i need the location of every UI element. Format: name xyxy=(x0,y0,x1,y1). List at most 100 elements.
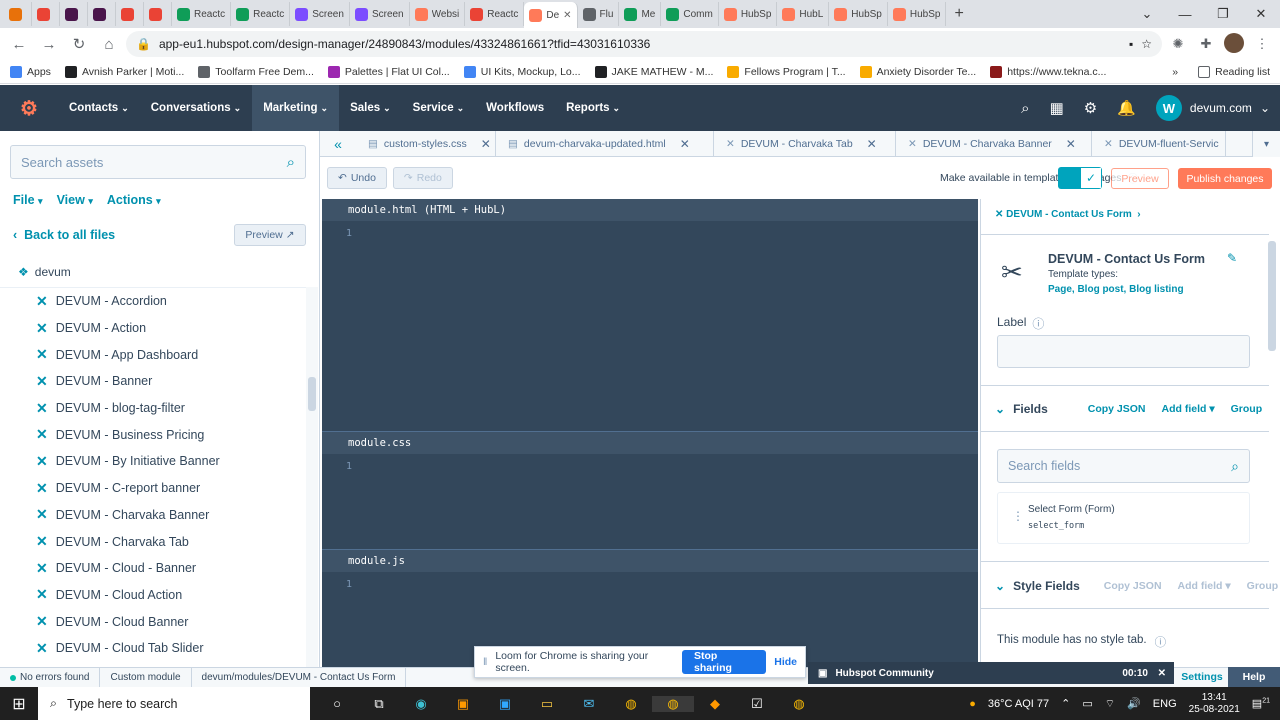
folder-devum[interactable]: ❖ devum xyxy=(18,265,71,279)
file-item[interactable]: ✕ DEVUM - Cloud Action xyxy=(0,582,306,609)
browser-tab[interactable]: Reactc xyxy=(231,2,291,26)
redo-button[interactable]: ↷ Redo xyxy=(392,167,453,189)
browser-tab[interactable]: Websi xyxy=(410,2,466,26)
bookmark-item[interactable]: Toolfarm Free Dem... xyxy=(198,65,314,78)
file-item[interactable]: ✕ DEVUM - Cloud Tab Slider xyxy=(0,635,306,662)
chrome-icon[interactable]: ◍ xyxy=(610,696,652,712)
close-icon[interactable]: ✕ xyxy=(1158,668,1166,679)
scroll-thumb[interactable] xyxy=(1268,241,1276,351)
file-explorer-icon[interactable]: ▭ xyxy=(526,696,568,712)
edge-icon[interactable]: ◉ xyxy=(400,696,442,712)
bookmark-item[interactable]: UI Kits, Mockup, Lo... xyxy=(463,65,581,78)
menu-actions[interactable]: Actions ▾ xyxy=(107,193,161,207)
todo-check-icon[interactable]: ☑ xyxy=(736,696,778,712)
maximize-icon[interactable]: ❐ xyxy=(1204,6,1242,22)
edit-pencil-icon[interactable]: ✎ xyxy=(1227,251,1237,265)
close-tab-icon[interactable]: ✕ xyxy=(563,10,571,21)
bookmark-item[interactable]: Palettes | Flat UI Col... xyxy=(327,65,450,78)
menu-view[interactable]: View ▾ xyxy=(57,193,93,207)
file-item[interactable]: ✕ DEVUM - Cloud - Banner xyxy=(0,555,306,582)
browser-tab[interactable] xyxy=(60,2,88,26)
mail-icon[interactable]: ✉ xyxy=(568,696,610,712)
undo-button[interactable]: ↶ Undo xyxy=(327,167,387,189)
chrome-profile-icon[interactable]: ◍ xyxy=(778,696,820,712)
notifications-bell-icon[interactable]: 🔔 xyxy=(1117,99,1136,117)
back-to-all-files-link[interactable]: ‹ Back to all files xyxy=(13,228,115,242)
file-tab[interactable]: ✕ DEVUM-fluent-Servic xyxy=(1092,130,1226,157)
add-field-dropdown[interactable]: Add field ▾ xyxy=(1162,403,1215,415)
file-item[interactable]: ✕ DEVUM - Action xyxy=(0,315,306,342)
taskbar-search-input[interactable]: ⌕ Type here to search xyxy=(38,687,310,720)
browser-tab[interactable]: Reactc xyxy=(465,2,525,26)
css-panel[interactable]: module.css 1 xyxy=(322,431,978,549)
sidebar-preview-button[interactable]: Preview ↗ xyxy=(234,224,306,246)
file-item[interactable]: ✕ DEVUM - App Dashboard xyxy=(0,341,306,368)
browser-tab[interactable]: Me xyxy=(619,2,662,26)
extension-icon[interactable]: ✺ xyxy=(1166,36,1190,52)
nav-item-service[interactable]: Service ⌄ xyxy=(402,85,475,131)
nav-item-workflows[interactable]: Workflows xyxy=(475,85,555,131)
browser-tab[interactable]: Comm xyxy=(661,2,719,26)
volume-icon[interactable]: 🔊 xyxy=(1127,697,1141,710)
style-copy-json-link[interactable]: Copy JSON xyxy=(1104,580,1162,592)
file-item[interactable]: ✕ DEVUM - Charvaka Banner xyxy=(0,502,306,529)
file-item[interactable]: ✕ DEVUM - Accordion xyxy=(0,288,306,315)
wifi-icon[interactable]: ⌔ xyxy=(1105,697,1115,711)
browser-tab[interactable] xyxy=(88,2,116,26)
field-item-select-form[interactable]: ⋮ Select Form (Form) select_form xyxy=(997,492,1250,544)
sublime-icon[interactable]: ◆ xyxy=(694,696,736,712)
forward-arrow-icon[interactable]: → xyxy=(36,36,62,53)
file-item[interactable]: ✕ DEVUM - Charvaka Tab xyxy=(0,528,306,555)
battery-icon[interactable]: ▭ xyxy=(1082,697,1092,710)
weather-text[interactable]: 36°C AQI 77 xyxy=(988,698,1049,710)
close-tab-icon[interactable]: ✕ xyxy=(680,137,690,151)
browser-tab[interactable]: Reactc xyxy=(172,2,232,26)
copy-json-link[interactable]: Copy JSON xyxy=(1088,403,1146,415)
bookmarks-more-icon[interactable]: » xyxy=(1172,66,1178,78)
file-tab[interactable]: ▤ devum-charvaka-updated.html ✕ xyxy=(496,130,714,157)
home-icon[interactable]: ⌂ xyxy=(96,36,122,53)
language-indicator[interactable]: ENG xyxy=(1153,698,1177,710)
reload-icon[interactable]: ↻ xyxy=(66,35,92,53)
stop-sharing-button[interactable]: Stop sharing xyxy=(681,650,767,674)
browser-tab[interactable]: Flu xyxy=(578,2,620,26)
windows-start-icon[interactable]: ⊞ xyxy=(0,694,38,714)
inspector-scrollbar[interactable] xyxy=(1268,239,1278,659)
nav-item-reports[interactable]: Reports ⌄ xyxy=(555,85,631,131)
info-icon[interactable]: ⓘ xyxy=(1032,315,1044,332)
close-tab-icon[interactable]: ✕ xyxy=(481,137,491,151)
nav-item-conversations[interactable]: Conversations ⌄ xyxy=(140,85,252,131)
search-assets-input[interactable]: Search assets ⌕ xyxy=(10,145,306,179)
template-types-link[interactable]: Page, Blog post, Blog listing xyxy=(1048,284,1184,295)
browser-tab[interactable] xyxy=(32,2,60,26)
back-arrow-icon[interactable]: ← xyxy=(6,36,32,53)
chrome-active-icon[interactable]: ◍ xyxy=(652,695,694,712)
url-input[interactable]: 🔒 app-eu1.hubspot.com/design-manager/248… xyxy=(126,31,1162,57)
reading-list[interactable]: Reading list xyxy=(1198,65,1270,78)
photoshop-icon[interactable]: ▣ xyxy=(484,696,526,712)
html-panel[interactable]: module.html (HTML + HubL) 1 xyxy=(322,199,978,431)
camera-icon[interactable]: ▪ xyxy=(1129,37,1133,51)
nav-item-contacts[interactable]: Contacts ⌄ xyxy=(58,85,140,131)
browser-tab[interactable]: HubL xyxy=(777,2,830,26)
publish-button[interactable]: Publish changes xyxy=(1178,168,1272,189)
search-icon[interactable]: ⌕ xyxy=(287,154,295,171)
sidebar-scrollbar[interactable] xyxy=(306,287,318,667)
illustrator-icon[interactable]: ▣ xyxy=(442,696,484,712)
group-link[interactable]: Group xyxy=(1231,403,1263,415)
bookmark-item[interactable]: Avnish Parker | Moti... xyxy=(64,65,184,78)
search-icon[interactable]: ⌕ xyxy=(1021,100,1029,117)
hubspot-logo-icon[interactable]: ⚙ xyxy=(0,96,58,121)
kebab-menu-icon[interactable]: ⋮ xyxy=(1250,36,1274,52)
preview-button[interactable]: Preview xyxy=(1111,168,1169,189)
new-tab-icon[interactable]: + xyxy=(946,5,971,23)
drag-handle-icon[interactable]: ⋮ xyxy=(1012,509,1024,523)
bookmark-star-icon[interactable]: ☆ xyxy=(1141,37,1152,51)
browser-tab[interactable] xyxy=(116,2,144,26)
close-tab-icon[interactable]: ✕ xyxy=(867,137,877,151)
browser-tab[interactable] xyxy=(144,2,172,26)
browser-tab[interactable]: De ✕ xyxy=(524,2,578,28)
bookmark-item[interactable]: Anxiety Disorder Te... xyxy=(859,65,976,78)
search-icon[interactable]: ⌕ xyxy=(1231,458,1239,475)
file-item[interactable]: ✕ DEVUM - Business Pricing xyxy=(0,421,306,448)
